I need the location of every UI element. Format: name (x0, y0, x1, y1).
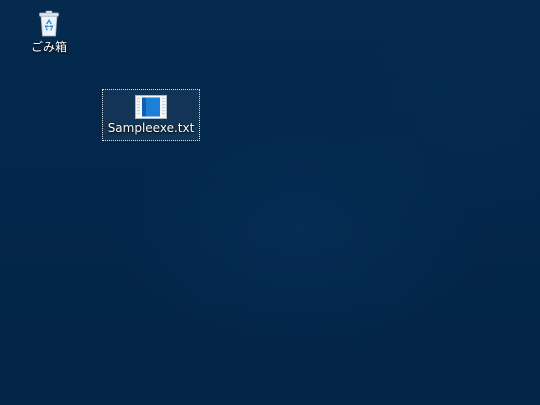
recycle-bin-label: ごみ箱 (30, 40, 67, 54)
desktop-icon-recycle-bin[interactable]: ごみ箱 (24, 6, 74, 60)
desktop[interactable]: ごみ箱 Sampleexe.txt (0, 0, 540, 405)
recycle-bin-icon (39, 10, 59, 37)
text-file-icon (135, 95, 167, 119)
sampleexe-label: Sampleexe.txt (107, 121, 195, 135)
desktop-icon-sampleexe[interactable]: Sampleexe.txt (102, 89, 200, 141)
